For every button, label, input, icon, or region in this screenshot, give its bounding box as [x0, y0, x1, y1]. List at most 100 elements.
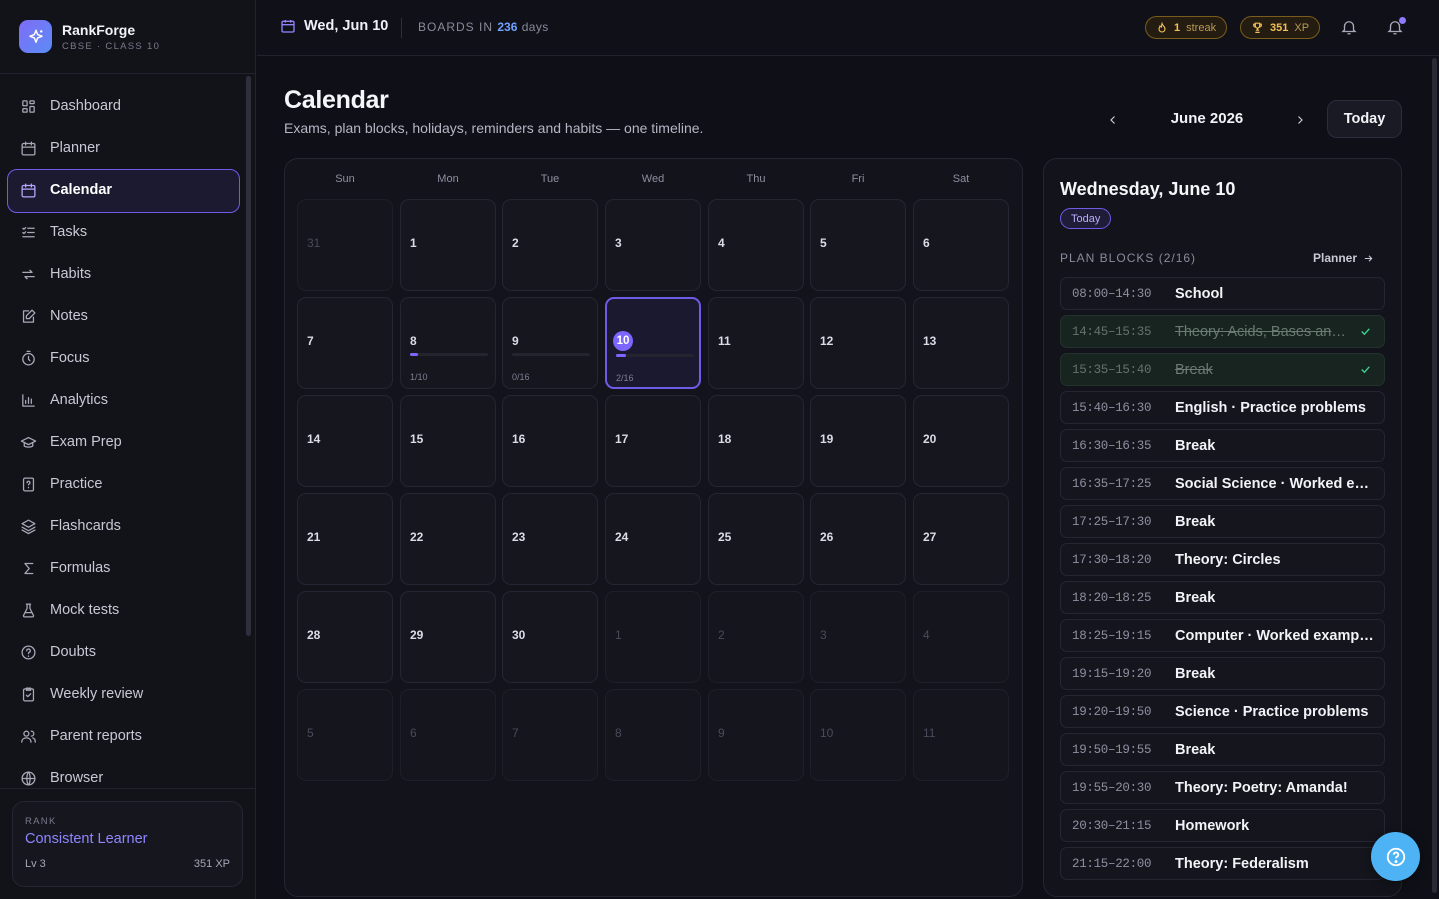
streak-badge[interactable]: 1 streak: [1145, 16, 1228, 39]
calendar-day[interactable]: 15: [400, 395, 496, 487]
plan-block[interactable]: 15:35–15:40 Break: [1060, 353, 1385, 386]
sidebar-item-planner[interactable]: Planner: [0, 127, 256, 169]
calendar-day[interactable]: 16: [502, 395, 598, 487]
plan-block[interactable]: 19:55–20:30 Theory: Poetry: Amanda!: [1060, 771, 1385, 804]
sidebar-item-label: Dashboard: [50, 98, 121, 114]
main-scrollbar[interactable]: [1432, 58, 1437, 893]
calendar-day[interactable]: 7: [502, 689, 598, 781]
sidebar-item-notes[interactable]: Notes: [0, 295, 256, 337]
sidebar-item-practice[interactable]: Practice: [0, 463, 256, 505]
plan-block[interactable]: 18:25–19:15 Computer · Worked examples: [1060, 619, 1385, 652]
help-button[interactable]: [1371, 832, 1420, 881]
plan-block[interactable]: 21:15–22:00 Theory: Federalism: [1060, 847, 1385, 880]
graduation-cap-icon: [20, 436, 37, 448]
calendar-day[interactable]: 24: [605, 493, 701, 585]
calendar-day[interactable]: 1: [400, 199, 496, 291]
bell-icon[interactable]: [1340, 18, 1360, 38]
calendar-day[interactable]: 17: [605, 395, 701, 487]
calendar-day[interactable]: 6: [913, 199, 1009, 291]
plan-block[interactable]: 14:45–15:35 Theory: Acids, Bases and Salt…: [1060, 315, 1385, 348]
calendar-day[interactable]: 21: [297, 493, 393, 585]
calendar-day[interactable]: 10: [810, 689, 906, 781]
plan-block[interactable]: 18:20–18:25 Break: [1060, 581, 1385, 614]
plan-block[interactable]: 20:30–21:15 Homework: [1060, 809, 1385, 842]
plan-block[interactable]: 19:15–19:20 Break: [1060, 657, 1385, 690]
plan-block-time: 08:00–14:30: [1072, 286, 1152, 301]
calendar-day[interactable]: 31: [297, 199, 393, 291]
calendar-day[interactable]: 11: [913, 689, 1009, 781]
sidebar-item-parent-reports[interactable]: Parent reports: [0, 715, 256, 757]
today-button[interactable]: Today: [1327, 100, 1402, 138]
calendar-day[interactable]: 14: [297, 395, 393, 487]
plan-block[interactable]: 16:30–16:35 Break: [1060, 429, 1385, 462]
calendar-day[interactable]: 5: [297, 689, 393, 781]
calendar-day[interactable]: 2: [502, 199, 598, 291]
plan-block[interactable]: 15:40–16:30 English · Practice problems: [1060, 391, 1385, 424]
brand-header[interactable]: RankForge CBSE · CLASS 10: [0, 0, 255, 74]
plan-block[interactable]: 17:30–18:20 Theory: Circles: [1060, 543, 1385, 576]
calendar-day[interactable]: 27: [913, 493, 1009, 585]
calendar-day[interactable]: 7: [297, 297, 393, 389]
calendar-day[interactable]: 11: [708, 297, 804, 389]
sidebar-item-mock-tests[interactable]: Mock tests: [0, 589, 256, 631]
calendar-day[interactable]: 9: [708, 689, 804, 781]
calendar-day[interactable]: 12: [810, 297, 906, 389]
calendar-day[interactable]: 3: [810, 591, 906, 683]
calendar-day[interactable]: 6: [400, 689, 496, 781]
plan-block-title: School: [1175, 285, 1224, 302]
day-number: 3: [820, 628, 827, 642]
sidebar-item-exam-prep[interactable]: Exam Prep: [0, 421, 256, 463]
sidebar-item-focus[interactable]: Focus: [0, 337, 256, 379]
sidebar-item-flashcards[interactable]: Flashcards: [0, 505, 256, 547]
calendar-day-selected[interactable]: 10 2/16: [605, 297, 701, 389]
calendar-day[interactable]: 13: [913, 297, 1009, 389]
sidebar-item-calendar[interactable]: Calendar: [0, 169, 256, 213]
calendar-day[interactable]: 29: [400, 591, 496, 683]
planner-link[interactable]: Planner: [1313, 251, 1374, 265]
sidebar-item-analytics[interactable]: Analytics: [0, 379, 256, 421]
calendar-day[interactable]: 18: [708, 395, 804, 487]
calendar-day[interactable]: 28: [297, 591, 393, 683]
calendar-day[interactable]: 23: [502, 493, 598, 585]
day-number: 5: [820, 236, 827, 250]
sidebar-item-weekly-review[interactable]: Weekly review: [0, 673, 256, 715]
calendar-day[interactable]: 3: [605, 199, 701, 291]
calendar-day[interactable]: 8 1/10: [400, 297, 496, 389]
sidebar-item-browser[interactable]: Browser: [0, 757, 256, 799]
sidebar-scrollbar[interactable]: [246, 76, 251, 636]
plan-block[interactable]: 19:20–19:50 Science · Practice problems: [1060, 695, 1385, 728]
plan-block[interactable]: 19:50–19:55 Break: [1060, 733, 1385, 766]
day-number: 11: [718, 334, 731, 348]
sidebar-item-dashboard[interactable]: Dashboard: [0, 85, 256, 127]
calendar-day[interactable]: 1: [605, 591, 701, 683]
calendar-day[interactable]: 4: [708, 199, 804, 291]
day-number: 2: [512, 236, 519, 250]
calendar-day[interactable]: 22: [400, 493, 496, 585]
calendar-day[interactable]: 2: [708, 591, 804, 683]
sidebar-item-formulas[interactable]: Formulas: [0, 547, 256, 589]
rank-card[interactable]: RANK Consistent Learner Lv 3 351 XP: [12, 801, 243, 887]
calendar-day[interactable]: 30: [502, 591, 598, 683]
plan-block[interactable]: 16:35–17:25 Social Science · Worked examp…: [1060, 467, 1385, 500]
sidebar-item-tasks[interactable]: Tasks: [0, 211, 256, 253]
day-number: 30: [512, 628, 526, 642]
sidebar-item-label: Tasks: [50, 224, 88, 240]
calendar-day[interactable]: 26: [810, 493, 906, 585]
calendar-day[interactable]: 9 0/16: [502, 297, 598, 389]
calendar-day[interactable]: 25: [708, 493, 804, 585]
sidebar-item-habits[interactable]: Habits: [0, 253, 256, 295]
calendar-day[interactable]: 20: [913, 395, 1009, 487]
prev-month-button[interactable]: [1103, 110, 1123, 130]
calendar-day[interactable]: 5: [810, 199, 906, 291]
xp-badge[interactable]: 351 XP: [1240, 16, 1321, 39]
weekday-header: Thu: [746, 173, 766, 185]
next-month-button[interactable]: [1290, 110, 1310, 130]
calendar-day[interactable]: 19: [810, 395, 906, 487]
calendar-day[interactable]: 8: [605, 689, 701, 781]
plan-block-title: Break: [1175, 361, 1213, 378]
plan-block[interactable]: 08:00–14:30 School: [1060, 277, 1385, 310]
notification-bell-icon[interactable]: [1386, 17, 1406, 38]
sidebar-item-doubts[interactable]: Doubts: [0, 631, 256, 673]
calendar-day[interactable]: 4: [913, 591, 1009, 683]
plan-block[interactable]: 17:25–17:30 Break: [1060, 505, 1385, 538]
